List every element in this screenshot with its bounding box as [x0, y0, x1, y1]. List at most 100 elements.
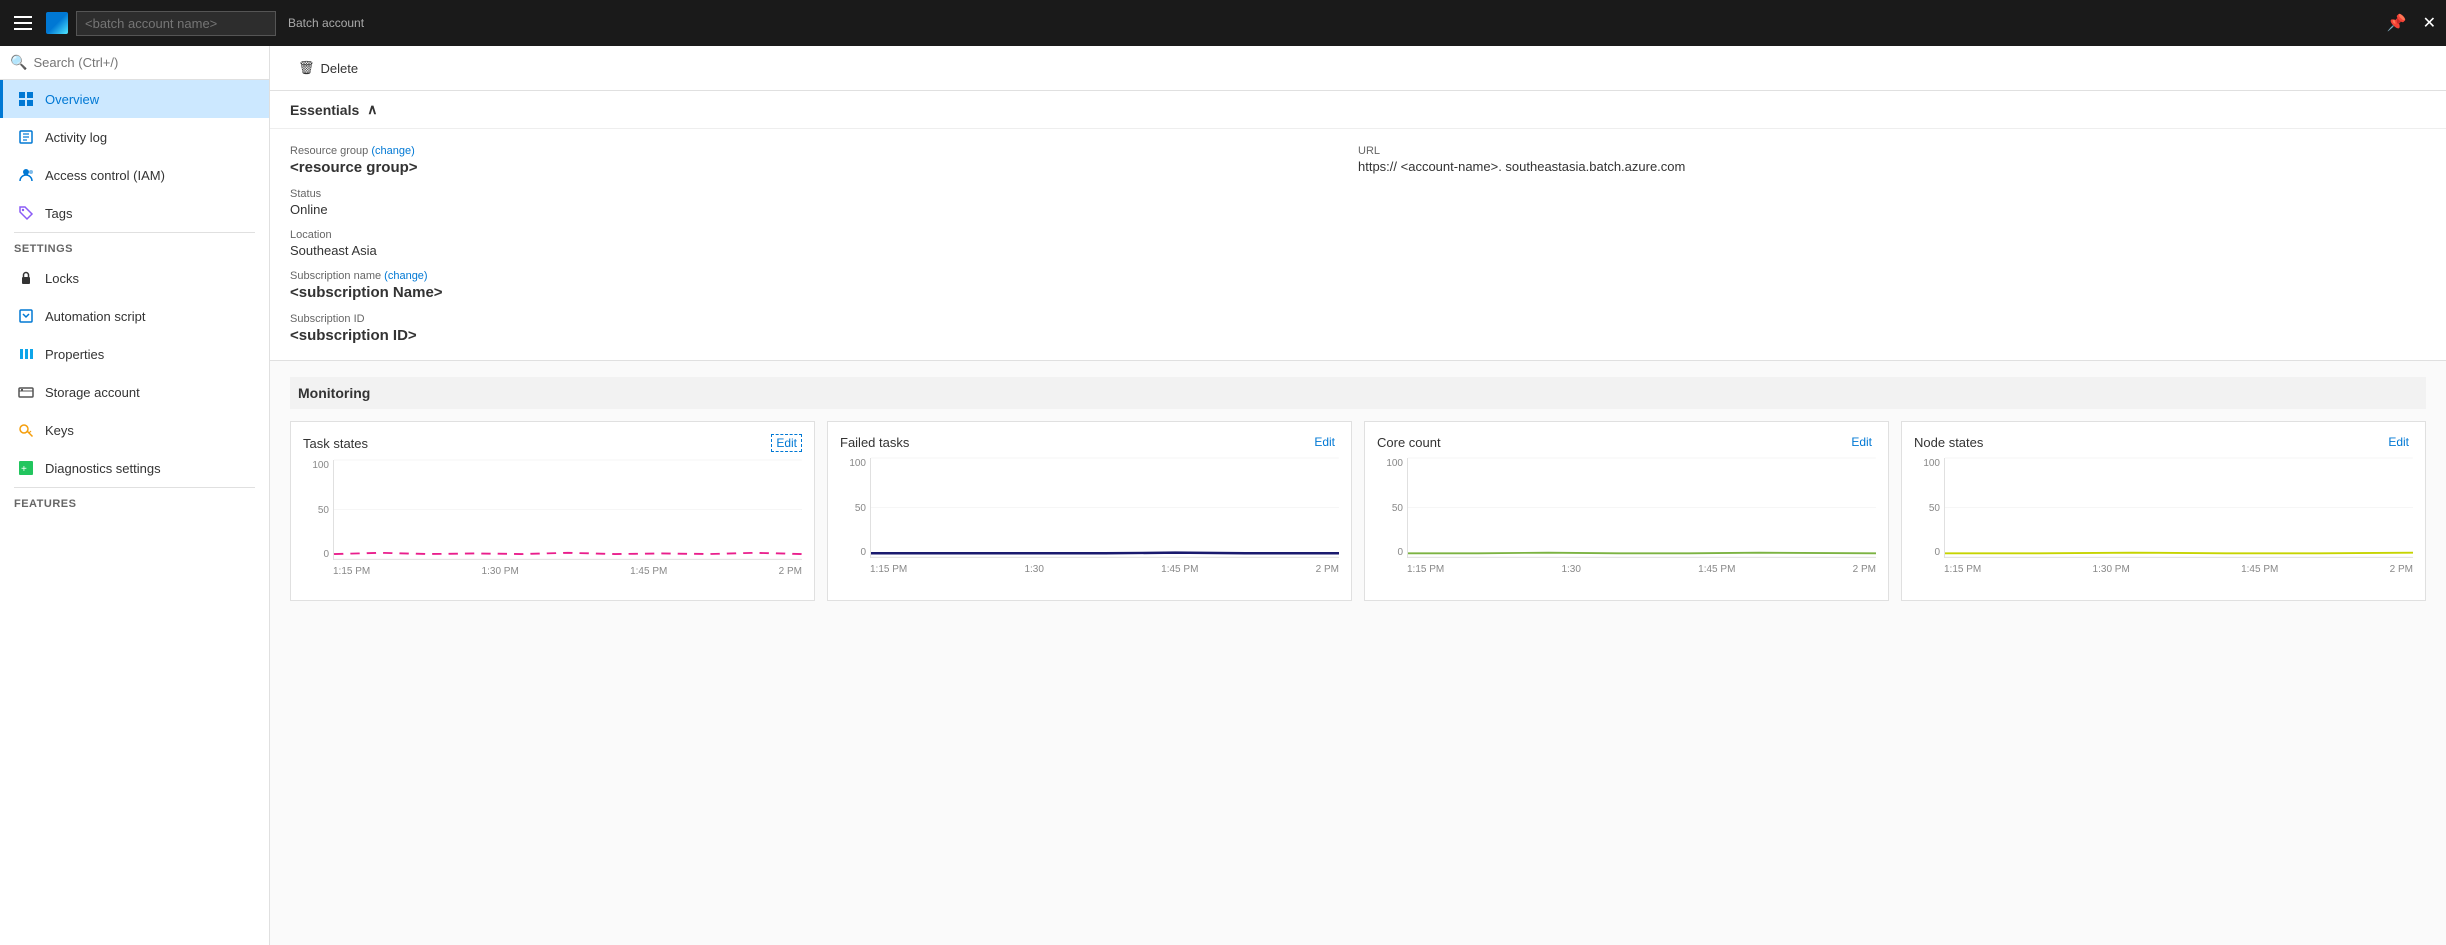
- svg-text:+: +: [21, 464, 27, 475]
- sidebar-item-tags[interactable]: Tags: [0, 194, 269, 232]
- diagnostics-icon: +: [17, 459, 35, 477]
- keys-label: Keys: [45, 423, 74, 438]
- node-states-header: Node states Edit: [1914, 434, 2413, 450]
- failed-tasks-edit[interactable]: Edit: [1310, 434, 1339, 450]
- monitoring-header: Monitoring: [290, 377, 2426, 409]
- core-count-plot: [1407, 458, 1876, 558]
- search-box: 🔍: [0, 46, 269, 80]
- activity-log-label: Activity log: [45, 130, 107, 145]
- node-states-title: Node states: [1914, 435, 1983, 450]
- node-states-plot: [1944, 458, 2413, 558]
- node-states-y-labels: 100 50 0: [1914, 458, 1944, 558]
- essentials-left: Resource group (change) <resource group>…: [290, 145, 1358, 344]
- sidebar-item-diagnostics[interactable]: + Diagnostics settings: [0, 449, 269, 487]
- automation-script-label: Automation script: [45, 309, 145, 324]
- main-layout: 🔍 Overview Activity log Access control (…: [0, 46, 2446, 945]
- status-field: Status Online: [290, 188, 1358, 217]
- subscription-name-change-link[interactable]: (change): [384, 270, 427, 282]
- subscription-name-value: <subscription Name>: [290, 284, 1358, 301]
- task-states-header: Task states Edit: [303, 434, 802, 452]
- subscription-name-field: Subscription name (change) <subscription…: [290, 270, 1358, 301]
- core-count-y-labels: 100 50 0: [1377, 458, 1407, 558]
- top-bar: Batch account 📌 ✕: [0, 0, 2446, 46]
- storage-account-label: Storage account: [45, 385, 140, 400]
- sidebar-item-keys[interactable]: Keys: [0, 411, 269, 449]
- properties-icon: [17, 345, 35, 363]
- essentials-right: URL https:// <account-name>. southeastas…: [1358, 145, 2426, 344]
- task-states-y-labels: 100 50 0: [303, 460, 333, 560]
- core-count-title: Core count: [1377, 435, 1441, 450]
- content-area: 🗑 Delete Essentials ∧ Resource group (ch…: [270, 46, 2446, 945]
- subscription-id-value: <subscription ID>: [290, 327, 1358, 344]
- monitoring-charts: Task states Edit 100 50 0: [290, 421, 2426, 601]
- search-icon: 🔍: [10, 54, 27, 71]
- keys-icon: [17, 421, 35, 439]
- resource-group-change-link[interactable]: (change): [371, 145, 414, 157]
- resource-group-field: Resource group (change) <resource group>: [290, 145, 1358, 176]
- sidebar-item-overview[interactable]: Overview: [0, 80, 269, 118]
- storage-account-icon: [17, 383, 35, 401]
- location-value: Southeast Asia: [290, 243, 1358, 258]
- failed-tasks-area: 100 50 0: [840, 458, 1339, 578]
- url-field: URL https:// <account-name>. southeastas…: [1358, 145, 2426, 174]
- settings-section-label: SETTINGS: [0, 233, 269, 259]
- sidebar-item-activity-log[interactable]: Activity log: [0, 118, 269, 156]
- top-bar-left: Batch account: [10, 9, 2387, 37]
- essentials-collapse-icon: ∧: [367, 101, 377, 118]
- monitoring-section: Monitoring Task states Edit 100 50 0: [270, 361, 2446, 617]
- tags-label: Tags: [45, 206, 72, 221]
- core-count-x-labels: 1:15 PM 1:30 1:45 PM 2 PM: [1407, 560, 1876, 578]
- task-states-area: 100 50 0: [303, 460, 802, 580]
- task-states-chart: Task states Edit 100 50 0: [290, 421, 815, 601]
- sidebar-item-storage-account[interactable]: Storage account: [0, 373, 269, 411]
- close-icon[interactable]: ✕: [2423, 13, 2436, 33]
- node-states-area: 100 50 0: [1914, 458, 2413, 578]
- failed-tasks-plot: [870, 458, 1339, 558]
- features-section-label: FEATURES: [0, 488, 269, 514]
- subscription-id-field: Subscription ID <subscription ID>: [290, 313, 1358, 344]
- automation-script-icon: [17, 307, 35, 325]
- task-states-title: Task states: [303, 436, 368, 451]
- sidebar-item-locks[interactable]: Locks: [0, 259, 269, 297]
- sidebar-item-properties[interactable]: Properties: [0, 335, 269, 373]
- failed-tasks-title: Failed tasks: [840, 435, 909, 450]
- azure-logo: [46, 12, 68, 34]
- node-states-chart: Node states Edit 100 50 0: [1901, 421, 2426, 601]
- delete-icon: 🗑: [298, 60, 315, 76]
- task-states-plot: [333, 460, 802, 560]
- overview-label: Overview: [45, 92, 99, 107]
- core-count-area: 100 50 0: [1377, 458, 1876, 578]
- essentials-title: Essentials: [290, 102, 359, 118]
- failed-tasks-y-labels: 100 50 0: [840, 458, 870, 558]
- locks-icon: [17, 269, 35, 287]
- failed-tasks-chart: Failed tasks Edit 100 50 0: [827, 421, 1352, 601]
- core-count-header: Core count Edit: [1377, 434, 1876, 450]
- batch-account-label: Batch account: [288, 16, 364, 30]
- tags-icon: [17, 204, 35, 222]
- access-control-icon: [17, 166, 35, 184]
- essentials-section: Essentials ∧ Resource group (change) <re…: [270, 91, 2446, 361]
- failed-tasks-x-labels: 1:15 PM 1:30 1:45 PM 2 PM: [870, 560, 1339, 578]
- sidebar-item-automation-script[interactable]: Automation script: [0, 297, 269, 335]
- delete-button[interactable]: 🗑 Delete: [290, 56, 366, 80]
- sidebar-item-access-control[interactable]: Access control (IAM): [0, 156, 269, 194]
- locks-label: Locks: [45, 271, 79, 286]
- pin-icon[interactable]: 📌: [2387, 13, 2407, 33]
- diagnostics-label: Diagnostics settings: [45, 461, 161, 476]
- essentials-body: Resource group (change) <resource group>…: [270, 129, 2446, 360]
- core-count-edit[interactable]: Edit: [1847, 434, 1876, 450]
- sidebar: 🔍 Overview Activity log Access control (…: [0, 46, 270, 945]
- essentials-header[interactable]: Essentials ∧: [270, 91, 2446, 129]
- overview-icon: [17, 90, 35, 108]
- activity-log-icon: [17, 128, 35, 146]
- hamburger-icon[interactable]: [10, 9, 38, 37]
- task-states-edit[interactable]: Edit: [771, 434, 802, 452]
- access-control-label: Access control (IAM): [45, 168, 165, 183]
- batch-name-input[interactable]: [76, 11, 276, 36]
- node-states-edit[interactable]: Edit: [2384, 434, 2413, 450]
- task-states-x-labels: 1:15 PM 1:30 PM 1:45 PM 2 PM: [333, 562, 802, 580]
- properties-label: Properties: [45, 347, 104, 362]
- search-input[interactable]: [33, 55, 259, 70]
- resource-group-value: <resource group>: [290, 159, 1358, 176]
- failed-tasks-header: Failed tasks Edit: [840, 434, 1339, 450]
